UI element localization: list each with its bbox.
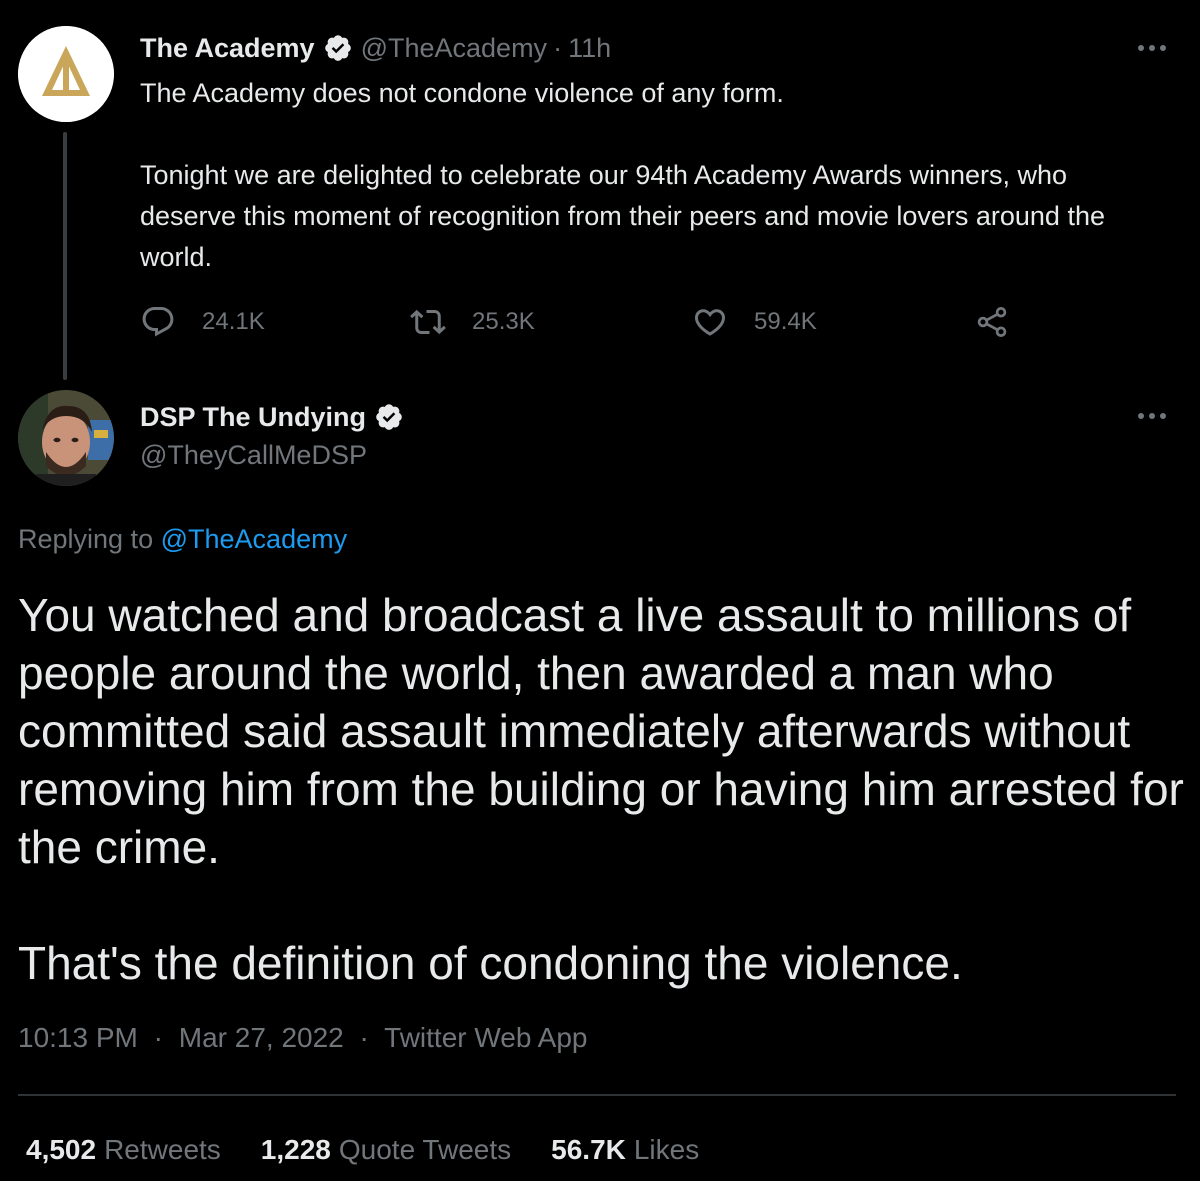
main-text-paragraph: You watched and broadcast a live assault…	[18, 589, 1184, 873]
retweets-stat[interactable]: 4,502 Retweets	[26, 1134, 221, 1166]
like-icon	[694, 309, 726, 336]
tweet-detail-page: The Academy @TheAcademy · 11h The Academ…	[0, 0, 1200, 1181]
retweet-icon	[410, 309, 446, 335]
parent-author-handle[interactable]: @TheAcademy	[361, 33, 547, 64]
like-button[interactable]: 59.4K	[692, 300, 817, 344]
tweet-source[interactable]: Twitter Web App	[384, 1022, 587, 1053]
main-text-paragraph: That's the definition of condoning the v…	[18, 937, 963, 989]
more-options-icon[interactable]	[1132, 38, 1172, 58]
quote-tweets-label: Quote Tweets	[338, 1134, 512, 1165]
retweets-count: 4,502	[26, 1134, 97, 1165]
academy-avatar[interactable]	[18, 26, 114, 122]
tweet-time[interactable]: 10:13 PM	[18, 1022, 138, 1053]
parent-author-name[interactable]: The Academy	[140, 33, 315, 64]
retweets-label: Retweets	[104, 1134, 221, 1165]
replying-to-link[interactable]: @TheAcademy	[161, 524, 347, 554]
parent-tweet-header: The Academy @TheAcademy · 11h	[140, 30, 611, 66]
like-count: 59.4K	[754, 308, 817, 335]
quote-tweets-stat[interactable]: 1,228 Quote Tweets	[261, 1134, 511, 1166]
retweet-count: 25.3K	[472, 308, 535, 335]
reply-author-handle[interactable]: @TheyCallMeDSP	[140, 440, 367, 471]
parent-tweet-actions: 24.1K 25.3K 59.4K	[140, 300, 1020, 344]
share-button[interactable]	[974, 300, 1010, 344]
avatar-photo	[18, 390, 114, 486]
reply-author-row: DSP The Undying	[140, 398, 412, 436]
replying-to-label: Replying to	[18, 524, 154, 554]
likes-label: Likes	[633, 1134, 700, 1165]
reply-count: 24.1K	[202, 308, 265, 335]
thread-connector-line	[63, 132, 67, 380]
replying-to-line: Replying to @TheAcademy	[18, 524, 347, 555]
likes-count: 56.7K	[551, 1134, 626, 1165]
likes-stat[interactable]: 56.7K Likes	[551, 1134, 699, 1166]
reply-button[interactable]: 24.1K	[140, 300, 265, 344]
verified-badge-icon	[324, 35, 351, 61]
engagement-stats: 4,502 Retweets 1,228 Quote Tweets 56.7K …	[26, 1130, 739, 1170]
main-tweet-text: You watched and broadcast a live assault…	[18, 586, 1188, 992]
dsp-avatar[interactable]	[18, 390, 114, 486]
parent-text-paragraph: The Academy does not condone violence of…	[140, 78, 784, 108]
meta-separator: ·	[359, 1022, 369, 1053]
header-separator: ·	[553, 32, 563, 63]
quote-tweets-count: 1,228	[260, 1134, 331, 1165]
tweet-date[interactable]: Mar 27, 2022	[179, 1022, 344, 1053]
divider	[18, 1094, 1176, 1096]
more-options-icon[interactable]	[1132, 406, 1172, 426]
reply-author-name[interactable]: DSP The Undying	[140, 402, 366, 433]
retweet-button[interactable]: 25.3K	[410, 300, 535, 344]
parent-text-paragraph: Tonight we are delighted to celebrate ou…	[140, 160, 1105, 272]
academy-logo	[18, 26, 114, 122]
verified-badge-icon	[376, 404, 402, 430]
meta-separator: ·	[153, 1022, 163, 1053]
reply-icon	[142, 307, 174, 337]
share-icon	[977, 307, 1007, 337]
tweet-metadata: 10:13 PM · Mar 27, 2022 · Twitter Web Ap…	[18, 1022, 588, 1054]
parent-tweet-time[interactable]: 11h	[568, 33, 611, 64]
parent-tweet-text: The Academy does not condone violence of…	[140, 73, 1170, 278]
